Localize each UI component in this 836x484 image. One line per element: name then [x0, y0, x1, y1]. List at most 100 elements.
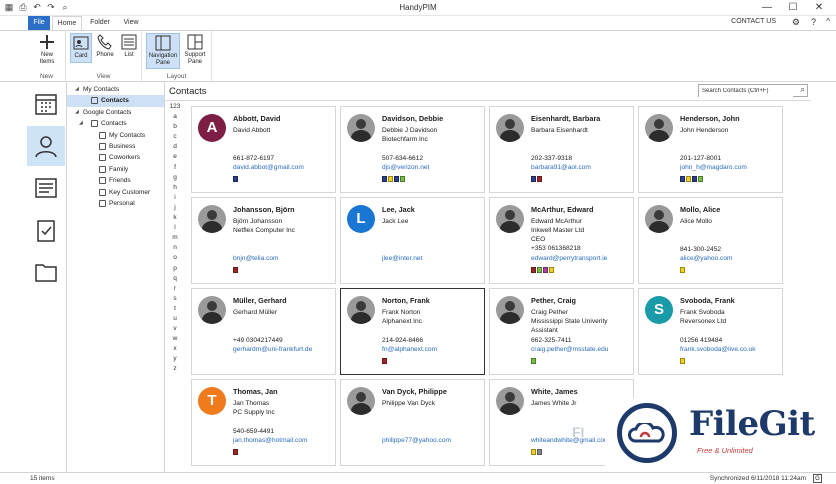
tab-file[interactable]: File [28, 16, 50, 30]
alphabet-letter[interactable]: a [168, 112, 182, 122]
contact-folder-icon [99, 154, 106, 162]
tree-node[interactable]: Business [67, 141, 164, 152]
nav-files[interactable] [27, 252, 65, 292]
nav-calendar[interactable] [27, 84, 65, 124]
contact-card[interactable]: Norton, Frank Frank Norton Alphanext Inc 21… [340, 288, 485, 375]
support-pane-button[interactable]: Support Pane [182, 33, 208, 66]
tree-node-label: Business [109, 142, 136, 150]
contact-card[interactable]: Eisenhardt, Barbara Barbara Eisenhardt 202… [489, 106, 634, 193]
contact-card[interactable]: L Lee, Jack Jack Lee jlee@inter.net [340, 197, 485, 284]
nav-tasks[interactable] [27, 210, 65, 250]
alphabet-letter[interactable]: h [168, 183, 182, 193]
gear-icon[interactable]: ⚙ [792, 17, 800, 28]
contact-email[interactable]: david.abbot@gmail.com [233, 164, 304, 171]
tree-node[interactable]: Family [67, 164, 164, 175]
tree-node[interactable]: Key Customer [67, 187, 164, 198]
tree-node[interactable]: Friends [67, 175, 164, 186]
contact-card[interactable]: Henderson, John John Henderson 201-127-800… [638, 106, 783, 193]
help-icon[interactable]: ? [811, 17, 816, 27]
contact-email[interactable]: alice@yahoo.com [680, 255, 733, 262]
contact-card[interactable]: A Abbott, David David Abbott 661-872-6197 da… [191, 106, 336, 193]
alphabet-letter[interactable]: e [168, 152, 182, 162]
phone-view-button[interactable]: Phone [94, 33, 116, 59]
alphabet-letter[interactable]: j [168, 203, 182, 213]
alphabet-letter[interactable]: o [168, 253, 182, 263]
list-view-button[interactable]: List [118, 33, 140, 59]
collapse-ribbon-icon[interactable]: ^ [826, 17, 830, 26]
close-button[interactable]: ✕ [806, 0, 832, 16]
tree-node[interactable]: ◢ Contacts [67, 118, 164, 129]
contact-email[interactable]: jan.thomas@hotmail.com [233, 437, 308, 444]
expand-arrow-icon[interactable]: ◢ [79, 118, 83, 129]
tab-home[interactable]: Home [52, 16, 82, 30]
avatar [645, 205, 673, 233]
tree-node[interactable]: ◢ My Contacts [67, 84, 164, 95]
maximize-button[interactable]: ☐ [780, 0, 806, 16]
alphabet-letter[interactable]: n [168, 243, 182, 253]
contact-card[interactable]: S Svoboda, Frank Frank Svoboda Reversonex L… [638, 288, 783, 375]
contact-us-link[interactable]: CONTACT US [731, 18, 776, 25]
alphabet-letter[interactable]: f [168, 163, 182, 173]
contact-email[interactable]: craig.pether@msstate.edu [531, 346, 608, 353]
alphabet-letter[interactable]: q [168, 274, 182, 284]
search-icon[interactable]: ⌕ [801, 85, 805, 95]
contact-email[interactable]: bnjn@telia.com [233, 255, 279, 262]
navigation-pane-button[interactable]: Navigation Pane [146, 33, 180, 69]
tree-node[interactable]: Contacts [67, 95, 164, 107]
tab-folder[interactable]: Folder [86, 16, 114, 30]
new-items-button[interactable]: New Items [31, 33, 63, 66]
contact-card[interactable]: T Thomas, Jan Jan Thomas PC Supply Inc 540-6… [191, 379, 336, 466]
nav-contacts[interactable] [27, 126, 65, 166]
alphabet-letter[interactable]: z [168, 364, 182, 374]
minimize-button[interactable]: — [754, 0, 780, 16]
alphabet-letter[interactable]: b [168, 122, 182, 132]
alphabet-letter[interactable]: i [168, 193, 182, 203]
alphabet-letter[interactable]: v [168, 324, 182, 334]
contact-email[interactable]: john_h@magdaro.com [680, 164, 747, 171]
alphabet-letter[interactable]: d [168, 142, 182, 152]
contact-email[interactable]: barbara91@aol.com [531, 164, 591, 171]
contact-card[interactable]: Müller, Gerhard Gerhard Müller +49 0304217… [191, 288, 336, 375]
contact-card[interactable]: Pether, Craig Craig Pether Mississippi Sta… [489, 288, 634, 375]
alphabet-letter[interactable]: p [168, 264, 182, 274]
tree-node[interactable]: Personal [67, 198, 164, 209]
alphabet-letter[interactable]: r [168, 284, 182, 294]
contact-card[interactable]: Van Dyck, Philippe Philippe Van Dyck phili… [340, 379, 485, 466]
alphabet-letter[interactable]: 123 [168, 102, 182, 112]
tree-node[interactable]: ◢ Google Contacts [67, 107, 164, 118]
alphabet-letter[interactable]: l [168, 223, 182, 233]
search-input[interactable] [699, 85, 793, 97]
contact-email[interactable]: fn@alphanext.com [382, 346, 437, 353]
alphabet-letter[interactable]: c [168, 132, 182, 142]
nav-notes[interactable] [27, 168, 65, 208]
alphabet-letter[interactable]: g [168, 173, 182, 183]
alphabet-letter[interactable]: t [168, 304, 182, 314]
contact-card[interactable]: Mollo, Alice Alice Mollo 841-300-2452 alice… [638, 197, 783, 284]
alphabet-letter[interactable]: w [168, 334, 182, 344]
contact-email[interactable]: jlee@inter.net [382, 255, 422, 262]
tree-node[interactable]: My Contacts [67, 130, 164, 141]
alphabet-letter[interactable]: k [168, 213, 182, 223]
tab-view[interactable]: View [118, 16, 144, 30]
contact-card[interactable]: Davidson, Debbie Debbie J Davidson Biotech… [340, 106, 485, 193]
tree-node[interactable]: Coworkers [67, 152, 164, 163]
card-view-button[interactable]: Card [70, 33, 92, 63]
alphabet-letter[interactable]: s [168, 294, 182, 304]
google-sync-icon[interactable]: G [813, 474, 822, 483]
expand-arrow-icon[interactable]: ◢ [75, 107, 79, 118]
contact-email[interactable]: edward@perrytransport.ie [531, 255, 607, 262]
contact-email[interactable]: gerhardm@uni-frankfurt.de [233, 346, 312, 353]
expand-arrow-icon[interactable]: ◢ [75, 84, 79, 95]
category-swatch [531, 267, 536, 273]
alphabet-letter[interactable]: m [168, 233, 182, 243]
alphabet-letter[interactable]: u [168, 314, 182, 324]
phone-icon [97, 34, 112, 50]
contact-card[interactable]: McArthur, Edward Edward McArthur Inkwell M… [489, 197, 634, 284]
contact-email[interactable]: philippe77@yahoo.com [382, 437, 451, 444]
contact-email[interactable]: whiteandwhite@gmail.com [531, 437, 610, 444]
alphabet-letter[interactable]: y [168, 354, 182, 364]
contact-card[interactable]: Johansson, Björn Björn Johansson Netflex C… [191, 197, 336, 284]
contact-email[interactable]: djs@verizon.net [382, 164, 429, 171]
alphabet-letter[interactable]: x [168, 344, 182, 354]
contact-email[interactable]: frank.svoboda@live.co.uk [680, 346, 756, 353]
